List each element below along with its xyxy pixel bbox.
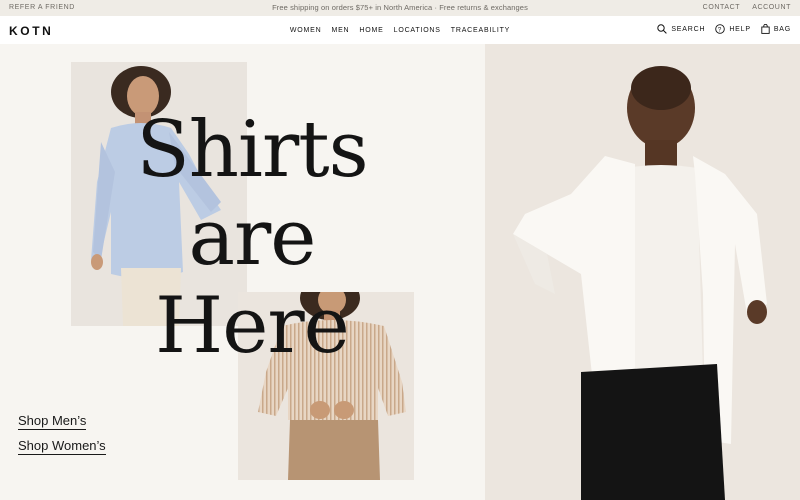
bag-label: BAG [773, 25, 791, 33]
main-nav: KOTN WOMEN MEN HOME LOCATIONS TRACEABILI… [0, 16, 800, 44]
nav-link-locations[interactable]: LOCATIONS [394, 27, 441, 34]
search-label: SEARCH [671, 25, 706, 33]
headline-line-3: Here [155, 281, 350, 371]
shop-mens-link[interactable]: Shop Men’s [18, 413, 87, 430]
account-link[interactable]: ACCOUNT [752, 4, 791, 11]
utility-links: CONTACT ACCOUNT [703, 4, 791, 11]
hero-headline: Shirts are Here [122, 106, 382, 370]
svg-text:?: ? [718, 26, 722, 33]
nav-link-men[interactable]: MEN [331, 27, 349, 34]
nav-link-home[interactable]: HOME [359, 27, 383, 34]
help-button[interactable]: ? HELP [715, 24, 751, 34]
hero-section: Shirts are Here Shop Men’s Shop Women’s [0, 44, 800, 500]
help-label: HELP [729, 25, 751, 33]
help-icon: ? [715, 24, 726, 34]
bag-icon [761, 24, 770, 34]
nav-link-traceability[interactable]: TRACEABILITY [451, 27, 510, 34]
headline-line-2: are [188, 193, 317, 283]
headline-line-1: Shirts [136, 105, 368, 195]
search-button[interactable]: SEARCH [657, 24, 705, 34]
shop-womens-link[interactable]: Shop Women’s [18, 438, 106, 455]
search-icon [657, 24, 668, 34]
nav-link-women[interactable]: WOMEN [290, 27, 322, 34]
nav-actions: SEARCH ? HELP BAG [657, 24, 791, 34]
hero-image-man-white-shirt[interactable] [485, 44, 800, 500]
bag-button[interactable]: BAG [761, 24, 791, 34]
logo[interactable]: KOTN [9, 24, 53, 38]
shipping-message: Free shipping on orders $75+ in North Am… [272, 3, 528, 12]
announcement-bar: REFER A FRIEND Free shipping on orders $… [0, 0, 800, 16]
contact-link[interactable]: CONTACT [703, 4, 741, 11]
